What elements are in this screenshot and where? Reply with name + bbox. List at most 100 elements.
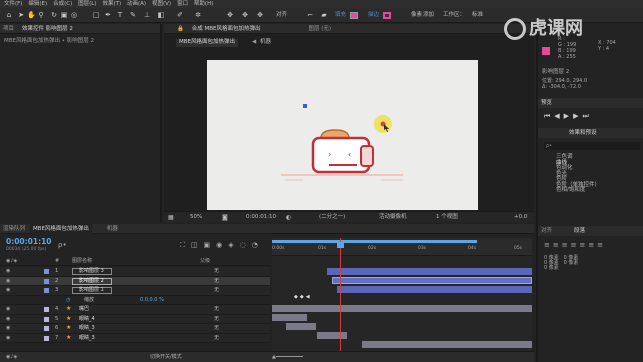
layer-parent[interactable]: 无: [214, 288, 219, 293]
subtab-machine[interactable]: 机器: [260, 39, 271, 46]
property-value[interactable]: 0.0,0.0 %: [140, 297, 164, 303]
layer-name[interactable]: 嘴巴: [79, 307, 89, 312]
menu-effect[interactable]: 效果(T): [102, 1, 121, 7]
workspace-value[interactable]: 标准: [472, 12, 483, 19]
zoom-select[interactable]: 50%: [190, 214, 202, 221]
exposure-value[interactable]: +0.0: [514, 214, 527, 221]
label-color[interactable]: [44, 307, 49, 312]
layer-name[interactable]: 眼睛_4: [79, 316, 95, 322]
visibility-icon[interactable]: ◉: [6, 278, 10, 284]
effects-search-input[interactable]: ρ•: [544, 142, 640, 150]
label-color[interactable]: [44, 326, 49, 331]
timeline-search-icon[interactable]: ρ•: [58, 242, 67, 249]
layer-bar[interactable]: [286, 323, 316, 330]
zoom-slider[interactable]: ▲━━━━━━━━━: [272, 355, 303, 360]
col-parent[interactable]: 父级: [200, 259, 210, 264]
layer-bar[interactable]: [272, 305, 532, 312]
layer-name[interactable]: 影响图层 1: [79, 288, 104, 293]
menu-help[interactable]: 帮助(H): [194, 1, 213, 7]
stroke-label[interactable]: 描边: [368, 12, 379, 19]
visibility-icon[interactable]: ◉: [6, 335, 10, 341]
hand-tool-icon[interactable]: ✋: [27, 11, 36, 19]
toggle-switches-modes[interactable]: 切换开关/模式: [150, 355, 182, 360]
menu-animation[interactable]: 动画(A): [127, 1, 146, 7]
lock-icon[interactable]: 🔒: [174, 24, 187, 34]
view-axis-icon[interactable]: ✥: [256, 11, 264, 19]
layer-bar[interactable]: [272, 314, 307, 321]
camera-select[interactable]: 活动摄像机: [379, 214, 407, 221]
keyframes[interactable]: ◆◆◀: [294, 295, 312, 300]
label-color[interactable]: [44, 278, 49, 284]
clone-stamp-icon[interactable]: ⊥: [143, 11, 151, 19]
tab-align[interactable]: 对齐: [538, 226, 555, 236]
grid-toggle-icon[interactable]: ▦: [168, 215, 174, 221]
tab-paragraph[interactable]: 段落: [571, 226, 588, 236]
layer-bar[interactable]: [317, 332, 347, 339]
brush-tool-icon[interactable]: ✎: [129, 11, 137, 19]
eraser-icon[interactable]: ◧: [157, 11, 165, 19]
label-color[interactable]: [44, 316, 49, 322]
pen-tool-icon[interactable]: ✒: [104, 11, 112, 19]
zoom-tool-icon[interactable]: ⚲: [37, 11, 45, 19]
paragraph-align-buttons[interactable]: ≡≡≡≡≡≡≡: [544, 242, 606, 249]
stopwatch-icon[interactable]: ◷: [66, 297, 70, 303]
layer-parent[interactable]: 无: [214, 278, 219, 284]
tab-layer[interactable]: 图层 (无): [305, 24, 334, 34]
layer-parent[interactable]: 无: [214, 307, 219, 312]
snap-icon[interactable]: ⌐: [306, 11, 314, 19]
visibility-icon[interactable]: ◉: [6, 307, 10, 312]
preview-controls[interactable]: ⏮◀▶▶⏭: [544, 113, 593, 120]
layer-row[interactable]: ◉ 7 ★ 眼睛_3 无: [0, 333, 270, 343]
fill-label[interactable]: 填充: [335, 12, 346, 19]
layer-bar[interactable]: [362, 341, 532, 348]
subtab-main-comp[interactable]: MBE风格面包加热弹出: [176, 39, 238, 47]
label-color[interactable]: [44, 269, 49, 274]
fill-swatch[interactable]: [350, 12, 358, 19]
visibility-icon[interactable]: ◉: [6, 316, 10, 322]
time-ruler[interactable]: 0:00s 01s 02s 03s 04s 05s: [272, 238, 532, 256]
timeline-switches[interactable]: ⛶◫▣◉◈◌◔: [180, 242, 264, 249]
menu-window[interactable]: 窗口: [177, 1, 188, 7]
mask-feather-icon[interactable]: ▰: [320, 11, 328, 19]
views-select[interactable]: 1 个视图: [436, 214, 458, 221]
tab-timeline-comp[interactable]: MBE风格面包加热弹出: [29, 224, 92, 234]
composition-canvas[interactable]: › ‹: [207, 60, 478, 210]
layer-name[interactable]: 眼睛_3: [79, 326, 95, 331]
layer-parent[interactable]: 无: [214, 335, 219, 341]
roto-brush-icon[interactable]: ✐: [176, 11, 184, 19]
layer-bar[interactable]: [327, 268, 532, 275]
menu-view[interactable]: 视图(V): [152, 1, 171, 7]
selection-tool-icon[interactable]: ➤: [17, 11, 25, 19]
timeline-tracks[interactable]: 0:00s 01s 02s 03s 04s 05s ◆◆◀: [272, 238, 532, 362]
tab-timeline-machine[interactable]: 机器: [104, 224, 121, 234]
puppet-pin-icon[interactable]: ✲: [194, 11, 202, 19]
home-icon[interactable]: ⌂: [5, 11, 13, 19]
tab-render-queue[interactable]: 渲染队列: [0, 224, 28, 234]
rotate-tool-icon[interactable]: ↻: [50, 11, 58, 19]
playhead-handle[interactable]: [337, 242, 344, 248]
timeline-timecode[interactable]: 0:00:01:10: [6, 238, 52, 246]
layer-name[interactable]: 眼睛_3: [79, 335, 95, 341]
add-label[interactable]: 添加: [423, 12, 434, 19]
effect-item[interactable]: 色相/饱和度: [556, 187, 600, 194]
layer-row[interactable]: ◉ 5 ★ 眼睛_4 无: [0, 314, 270, 324]
footer-icons[interactable]: ◉♪◈: [6, 355, 17, 360]
show-channel-icon[interactable]: ◐: [286, 215, 291, 221]
property-row-scale[interactable]: ◷ 缩放 0.0,0.0 %: [0, 295, 270, 305]
layer-bar[interactable]: [337, 286, 532, 293]
layer-parent[interactable]: 无: [214, 269, 219, 274]
col-layer-name[interactable]: 图层名称: [72, 259, 92, 264]
layer-row[interactable]: ◉ 4 ★ 嘴巴 无: [0, 305, 270, 315]
label-color[interactable]: [44, 335, 49, 341]
menu-edit[interactable]: 编辑(E): [28, 1, 47, 7]
tab-composition[interactable]: 合成 MBE风格面包加热弹出: [189, 24, 264, 34]
local-axis-icon[interactable]: ✥: [226, 11, 234, 19]
camera-tool-icon[interactable]: ▣: [60, 11, 68, 19]
layer-row[interactable]: ◉ 3 影响图层 1 无: [0, 286, 270, 296]
label-color[interactable]: [44, 288, 49, 293]
visibility-icon[interactable]: ◉: [6, 288, 10, 293]
visibility-icon[interactable]: ◉: [6, 269, 10, 274]
orbit-tool-icon[interactable]: ◎: [70, 11, 78, 19]
menu-file[interactable]: 文件(F): [4, 1, 22, 7]
world-axis-icon[interactable]: ✥: [241, 11, 249, 19]
